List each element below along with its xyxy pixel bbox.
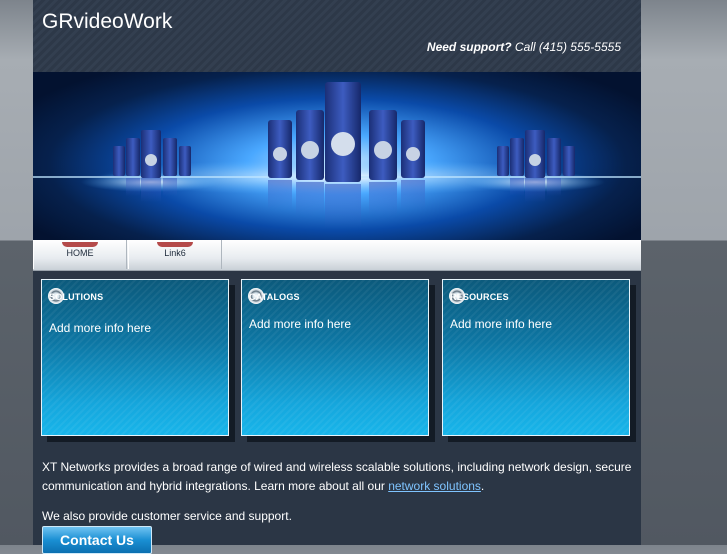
contact-us-button[interactable]: Contact Us <box>42 526 152 554</box>
site-title[interactable]: GRvideoWork <box>42 10 172 34</box>
tab-marker <box>62 242 98 247</box>
resources-box: RESOURCES Add more info here <box>442 279 630 436</box>
solutions-box: SOLUTIONS Add more info here <box>41 279 229 436</box>
box-text: Add more info here <box>49 321 152 335</box>
intro-text: XT Networks provides a broad range of wi… <box>42 458 632 496</box>
main-nav: HOME Link6 <box>33 240 641 271</box>
support-label: Need support? <box>426 40 512 54</box>
intro-paragraph: XT Networks provides a broad range of wi… <box>42 458 632 496</box>
servers-illustration <box>33 82 641 228</box>
support-phone: Call (415) 555-5555 <box>514 40 621 54</box>
box-title: CATALOGS <box>249 292 300 302</box>
intro-text-start: XT Networks provides a broad range of wi… <box>42 460 632 493</box>
nav-tab-label: HOME <box>66 248 94 258</box>
site-header: GRvideoWork Need support? Call (415) 555… <box>33 0 641 72</box>
catalogs-box: CATALOGS Add more info here <box>241 279 429 436</box>
box-text: Add more info here <box>450 317 553 331</box>
intro-text-end: . <box>480 479 485 493</box>
box-text: Add more info here <box>249 317 352 331</box>
support-paragraph: We also provide customer service and sup… <box>42 509 292 523</box>
box-title: SOLUTIONS <box>49 292 104 302</box>
page-container: GRvideoWork Need support? Call (415) 555… <box>33 0 641 554</box>
support-info: Need support? Call (415) 555-5555 <box>427 40 621 54</box>
server-group-center <box>268 82 425 228</box>
network-solutions-link[interactable]: network solutions <box>388 479 481 493</box>
nav-tab-label: Link6 <box>164 248 186 258</box>
hero-banner <box>33 72 641 240</box>
box-title: RESOURCES <box>450 292 509 302</box>
nav-tab-link6[interactable]: Link6 <box>128 240 222 269</box>
nav-tab-home[interactable]: HOME <box>33 240 127 269</box>
tab-marker <box>157 242 193 247</box>
